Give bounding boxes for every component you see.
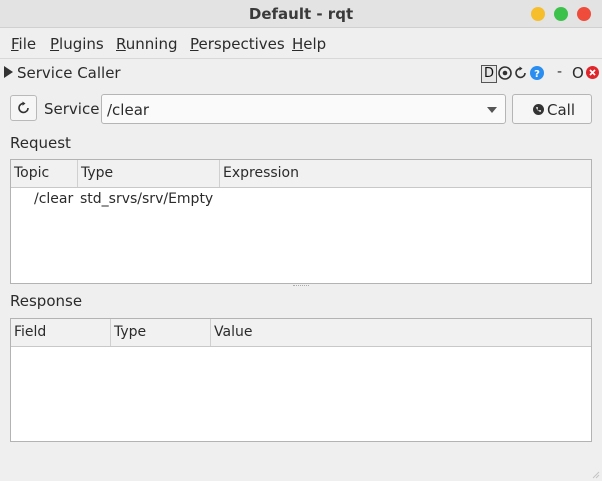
svg-text:?: ? [534, 69, 540, 80]
menu-help[interactable]: Help [292, 35, 326, 53]
call-button[interactable]: Call [512, 94, 592, 124]
menu-running-accel: R [116, 35, 126, 53]
dock-d-button[interactable]: D [481, 65, 497, 83]
response-col-field[interactable]: Field [11, 319, 111, 346]
refresh-services-button[interactable] [10, 95, 37, 121]
response-table-header: Field Type Value [11, 319, 591, 347]
request-cell-topic: /clear [34, 191, 74, 207]
window-titlebar: Default - rqt [0, 0, 602, 28]
menu-help-rest: elp [303, 35, 327, 53]
menu-perspectives-accel: P [190, 35, 199, 53]
response-table[interactable]: Field Type Value [10, 318, 592, 442]
service-combobox[interactable]: /clear [101, 94, 506, 124]
gear-icon[interactable] [498, 66, 512, 80]
minimize-plugin-button[interactable]: - [557, 64, 562, 80]
minimize-window-button[interactable] [531, 7, 545, 21]
request-table-header: Topic Type Expression [11, 160, 591, 188]
response-label: Response [10, 292, 83, 310]
plugin-title: Service Caller [17, 64, 121, 82]
restore-plugin-button[interactable]: O [572, 64, 584, 82]
maximize-window-button[interactable] [554, 7, 568, 21]
menu-plugins[interactable]: Plugins [50, 35, 104, 53]
call-button-label: Call [547, 101, 576, 119]
phone-icon [533, 104, 544, 115]
request-label: Request [10, 134, 71, 152]
close-window-button[interactable] [577, 7, 591, 21]
menu-file-accel: F [11, 35, 19, 53]
menu-plugins-accel: P [50, 35, 60, 53]
menu-perspectives[interactable]: Perspectives [190, 35, 285, 53]
help-icon[interactable]: ? [530, 66, 544, 80]
window-title: Default - rqt [248, 5, 354, 23]
request-cell-type: std_srvs/srv/Empty [80, 191, 214, 207]
table-row[interactable]: /clear std_srvs/srv/Empty [11, 188, 591, 212]
splitter-handle[interactable] [293, 285, 309, 288]
close-plugin-icon[interactable] [586, 66, 599, 79]
reload-icon[interactable] [514, 66, 528, 80]
menu-file-rest: ile [18, 35, 37, 53]
menu-plugins-rest: lugins [59, 35, 104, 53]
collapse-triangle-icon[interactable] [4, 66, 13, 78]
refresh-icon [18, 101, 29, 114]
resize-grip-icon[interactable] [590, 469, 600, 479]
request-table[interactable]: Topic Type Expression /clear std_srvs/sr… [10, 159, 592, 284]
menu-bar: File Plugins Running Perspectives Help [0, 28, 602, 58]
menu-perspectives-rest: erspectives [198, 35, 285, 53]
response-col-type[interactable]: Type [111, 319, 211, 346]
plugin-title-bar: Service Caller D ? - O [0, 58, 602, 88]
response-col-value[interactable]: Value [211, 319, 591, 346]
menu-running-rest: unning [125, 35, 178, 53]
request-col-expression[interactable]: Expression [220, 160, 591, 187]
menu-file[interactable]: File [11, 35, 36, 53]
menu-running[interactable]: Running [116, 35, 177, 53]
request-col-topic[interactable]: Topic [11, 160, 78, 187]
service-label: Service [44, 100, 100, 118]
service-combobox-value: /clear [107, 101, 150, 119]
menu-help-accel: H [292, 35, 304, 53]
request-col-type[interactable]: Type [78, 160, 220, 187]
chevron-down-icon [487, 107, 497, 113]
